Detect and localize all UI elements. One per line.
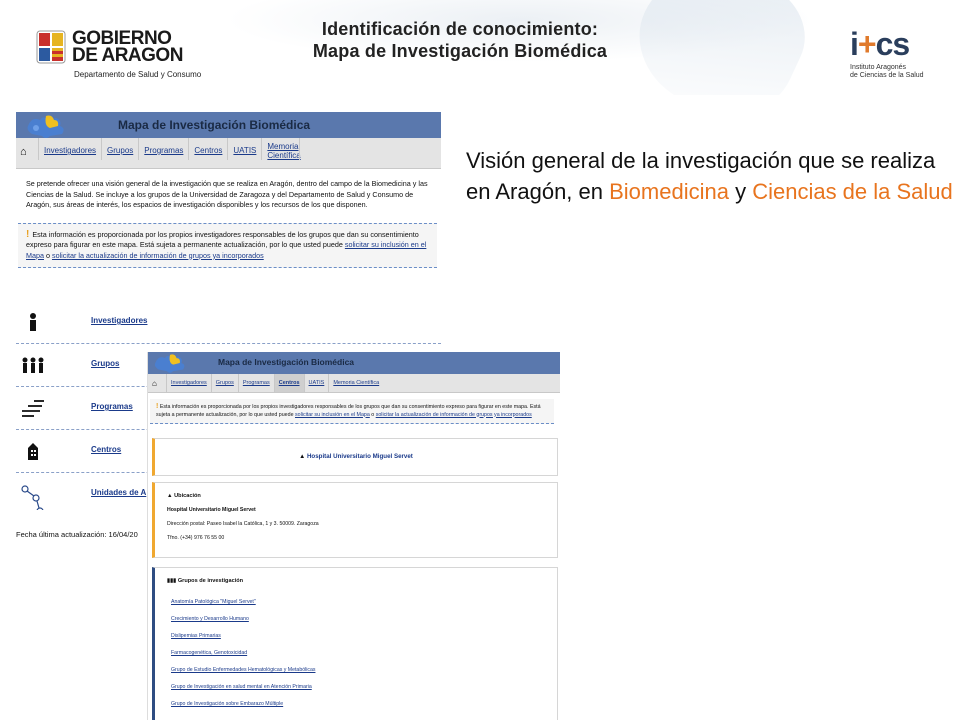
banner-title: Mapa de Investigación Biomédica <box>218 357 355 367</box>
ics-subtitle-line2: de Ciencias de la Salud <box>850 72 924 79</box>
home-icon[interactable]: ⌂ <box>152 379 166 388</box>
tab-centros[interactable]: Centros <box>273 374 304 392</box>
main-nav: ⌂ Investigadores Grupos Programas Centro… <box>16 138 441 169</box>
tab-centros[interactable]: Centros <box>188 138 227 160</box>
list-item[interactable]: Crecimiento y Desarrollo Humano <box>171 616 249 622</box>
request-inclusion-link[interactable]: solicitar su inclusión en el Mapa <box>295 412 370 418</box>
list-item[interactable]: Grupo de Investigación sobre Embarazo Mú… <box>171 701 283 707</box>
notice-box: ! Esta información es proporcionada por l… <box>18 222 437 268</box>
center-name: Hospital Universitario Miguel Servet <box>306 453 413 460</box>
ics-mark-cs: cs <box>875 26 911 62</box>
tab-grupos[interactable]: Grupos <box>101 138 138 160</box>
location-name: Hospital Universitario Miguel Servet <box>167 507 256 513</box>
building-icon: ▲ <box>299 453 306 460</box>
puzzle-logo-icon <box>154 354 185 373</box>
ics-subtitle: Instituto Aragonés de Ciencias de la Sal… <box>850 64 950 80</box>
aragon-shield-icon <box>36 30 66 64</box>
main-nav: ⌂ Investigadores Grupos Programas Centro… <box>148 374 560 393</box>
nav-spacer <box>299 138 441 160</box>
tab-uatis[interactable]: UATIS <box>303 374 329 392</box>
site-banner: Mapa de Investigación Biomédica <box>16 112 441 138</box>
banner-title: Mapa de Investigación Biomédica <box>118 118 311 132</box>
warning-icon: ! <box>26 228 30 240</box>
center-page-screenshot: Mapa de Investigación Biomédica ⌂ Invest… <box>148 352 560 720</box>
list-item[interactable]: Dislipemias Primarias <box>171 633 221 639</box>
ics-logo: i+cs Instituto Aragonés de Ciencias de l… <box>850 28 950 88</box>
groups-heading-text: Grupos de investigación <box>177 578 244 584</box>
overview-text: Visión general de la investigación que s… <box>466 145 956 207</box>
list-item[interactable]: Grupo de Investigación en salud mental e… <box>171 684 312 690</box>
groups-heading: ▮▮▮ Grupos de investigación <box>155 568 557 584</box>
row-label[interactable]: Unidades de A <box>91 488 146 497</box>
intro-text: Se pretende ofrecer una visión general d… <box>26 179 428 209</box>
building-icon: ▲ <box>167 493 173 499</box>
page-title-line2: Mapa de Investigación Biomédica <box>312 41 608 61</box>
gobierno-line2: DE ARAGON <box>72 45 183 66</box>
program-icon <box>22 400 44 417</box>
gobierno-department: Departamento de Salud y Consumo <box>74 70 202 79</box>
row-label[interactable]: Grupos <box>91 359 119 368</box>
location-box: ▲ Ubicación Hospital Universitario Migue… <box>152 482 558 558</box>
overview-highlight-biomedicina: Biomedicina <box>609 179 729 204</box>
postal-address: Dirección postal: Paseo Isabel la Católi… <box>167 521 319 527</box>
overview-highlight-ciencias: Ciencias de la Salud <box>752 179 953 204</box>
ics-subtitle-line1: Instituto Aragonés <box>850 64 907 71</box>
row-label[interactable]: Investigadores <box>91 316 147 325</box>
tab-memoria-cientifica[interactable]: Memoria Científica <box>328 374 383 392</box>
ics-mark-plus: + <box>857 26 877 62</box>
page-title: Identificación de conocimiento: Mapa de … <box>240 18 680 62</box>
row-label[interactable]: Programas <box>91 402 133 411</box>
site-banner: Mapa de Investigación Biomédica <box>148 352 560 374</box>
notice-or: o <box>43 250 52 260</box>
tab-uatis[interactable]: UATIS <box>227 138 261 160</box>
center-name-heading: ▲ Hospital Universitario Miguel Servet <box>155 439 557 460</box>
row-label[interactable]: Centros <box>91 445 121 454</box>
tab-investigadores[interactable]: Investigadores <box>166 374 211 392</box>
gobierno-aragon-logo: GOBIERNO DE ARAGON Departamento de Salud… <box>36 28 216 88</box>
list-item[interactable]: Farmacogenética, Genotoxicidad <box>171 650 247 656</box>
ics-mark: i+cs <box>850 28 950 60</box>
notice-box: ! Esta información es proporcionada por … <box>150 399 554 424</box>
tab-grupos[interactable]: Grupos <box>210 374 238 392</box>
ics-mark-i: i <box>850 26 859 62</box>
person-icon <box>30 313 36 331</box>
puzzle-logo-icon <box>27 115 64 138</box>
group-icon <box>22 357 44 373</box>
location-heading: ▲ Ubicación <box>155 483 557 499</box>
list-item[interactable]: Grupo de Estudio Enfermedades Hematológi… <box>171 667 315 673</box>
location-heading-text: Ubicación <box>174 493 201 499</box>
request-update-link[interactable]: solicitar la actualización de informació… <box>376 412 532 418</box>
home-icon[interactable]: ⌂ <box>20 138 38 158</box>
tab-programas[interactable]: Programas <box>237 374 274 392</box>
tab-programas[interactable]: Programas <box>138 138 188 160</box>
last-updated: Fecha última actualización: 16/04/20 <box>16 530 138 539</box>
center-header-box: ▲ Hospital Universitario Miguel Servet <box>152 438 558 476</box>
list-item[interactable]: Anatomía Patológica "Miguel Servet" <box>171 599 256 605</box>
tab-memoria-cientifica[interactable]: Memoria Científica <box>261 138 301 160</box>
request-update-link[interactable]: solicitar la actualización de informació… <box>52 251 264 260</box>
warning-icon: ! <box>156 403 159 410</box>
list-item[interactable]: Investigadores <box>16 300 441 344</box>
research-groups-box: ▮▮▮ Grupos de investigación Anatomía Pat… <box>152 567 558 720</box>
page-title-line1: Identificación de conocimiento: <box>321 19 599 39</box>
tab-investigadores[interactable]: Investigadores <box>38 138 101 160</box>
building-icon <box>28 443 38 460</box>
network-icon <box>21 485 44 510</box>
group-icon: ▮▮▮ <box>167 578 177 584</box>
overview-middle: y <box>728 179 753 204</box>
phone-number: Tfno. (+34) 976 76 55 00 <box>167 535 225 541</box>
